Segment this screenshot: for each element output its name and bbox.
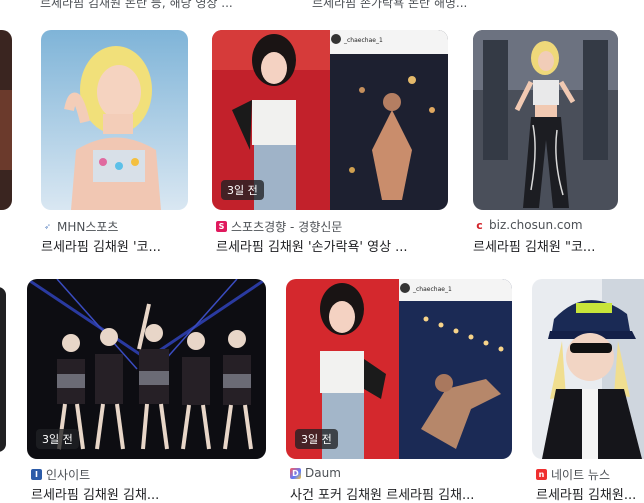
thumbnail-image[interactable] [473, 30, 618, 210]
source-label[interactable]: c biz.chosun.com [474, 218, 583, 232]
source-name: MHN스포츠 [57, 220, 119, 234]
top-strip: 르세라핌 김채원 논란 등, 해당 영상 ... 르세라핌 손가락욕 논란 해명… [0, 0, 644, 14]
result-title[interactable]: 르세라핌 김채원 '코... [41, 236, 191, 255]
thumbnail-image[interactable] [41, 30, 188, 210]
source-label[interactable]: I 인사이트 [31, 466, 90, 483]
source-label[interactable]: D Daum [290, 466, 341, 480]
partial-thumbnail-left-row1[interactable] [0, 30, 12, 210]
source-name: biz.chosun.com [489, 218, 583, 232]
source-name: 스포츠경향 - 경향신문 [231, 220, 343, 234]
result-title[interactable]: 르세라핌 김채원... [536, 484, 644, 503]
previous-row-title-left[interactable]: 르세라핌 김채원 논란 등, 해당 영상 ... [40, 0, 233, 11]
chosun-c-icon: c [474, 219, 485, 231]
result-title[interactable]: 사건 포커 김채원 르세라핌 김채... [290, 484, 512, 503]
source-label[interactable]: S 스포츠경향 - 경향신문 [216, 218, 342, 235]
daum-icon: D [290, 467, 301, 479]
thumbnail-image[interactable]: _chaechae_1 3일 전 [212, 30, 448, 210]
insight-icon: I [31, 469, 42, 480]
source-name: 네이트 뉴스 [551, 468, 611, 482]
result-title[interactable]: 르세라핌 김채원 "코... [473, 236, 633, 255]
nate-icon: n [536, 469, 547, 480]
thumbnail-image[interactable]: 3일 전 [27, 279, 266, 459]
source-name: 인사이트 [46, 468, 91, 482]
thumbnail-image[interactable] [532, 279, 644, 459]
time-badge: 3일 전 [36, 429, 79, 449]
result-title[interactable]: 르세라핌 김채원 김채... [31, 484, 266, 503]
sportskh-icon: S [216, 221, 227, 232]
previous-row-title-right[interactable]: 르세라핌 손가락욕 논란 해명... [312, 0, 467, 11]
time-badge: 3일 전 [295, 429, 338, 449]
instagram-handle: _chaechae_1 [412, 286, 452, 293]
time-badge: 3일 전 [221, 180, 264, 200]
thumbnail-image[interactable]: _chaechae_1 3일 전 [286, 279, 512, 459]
source-label[interactable]: ➶ MHN스포츠 [42, 218, 118, 235]
source-name: Daum [305, 466, 341, 480]
source-label[interactable]: n 네이트 뉴스 [536, 466, 610, 483]
instagram-handle: _chaechae_1 [343, 37, 383, 44]
result-title[interactable]: 르세라핌 김채원 '손가락욕' 영상 ... [216, 236, 448, 255]
partial-thumbnail-left-row2[interactable] [0, 287, 6, 452]
feather-icon: ➶ [42, 221, 53, 232]
